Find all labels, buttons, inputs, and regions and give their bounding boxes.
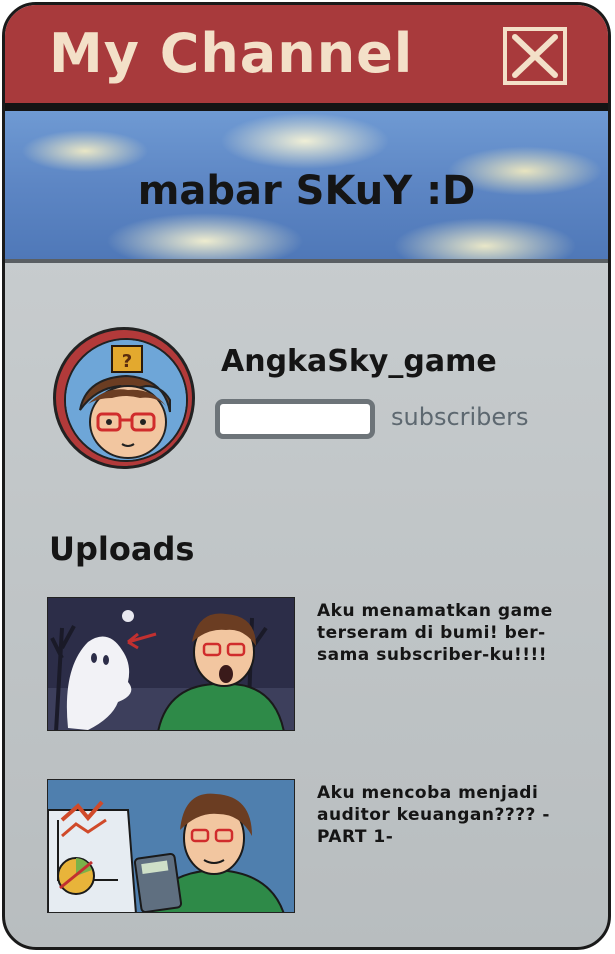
channel-name: AngkaSky_game — [221, 344, 497, 379]
subscribers-label: subscribers — [391, 403, 529, 431]
svg-text:?: ? — [122, 351, 132, 372]
video-title[interactable]: Aku mencoba menjadi auditor keuangan????… — [317, 783, 577, 848]
channel-window: My Channel mabar SKuY :D ? AngkaSky_game… — [2, 2, 611, 950]
avatar[interactable]: ? — [53, 327, 195, 469]
title-bar: My Channel — [5, 5, 608, 111]
video-title[interactable]: Aku menamatkan game terseram di bumi! be… — [317, 601, 577, 666]
close-button[interactable] — [503, 27, 567, 85]
close-x-icon — [512, 34, 558, 78]
calculator-chart-thumbnail[interactable] — [47, 779, 295, 913]
uploads-heading: Uploads — [49, 530, 195, 568]
subscriber-count-field — [215, 399, 375, 439]
ghost-scared-thumbnail[interactable] — [47, 597, 295, 731]
window-title: My Channel — [49, 22, 414, 85]
banner-text: mabar SKuY :D — [137, 168, 476, 214]
avatar-character-icon: ? — [64, 338, 188, 462]
channel-banner: mabar SKuY :D — [5, 111, 608, 263]
